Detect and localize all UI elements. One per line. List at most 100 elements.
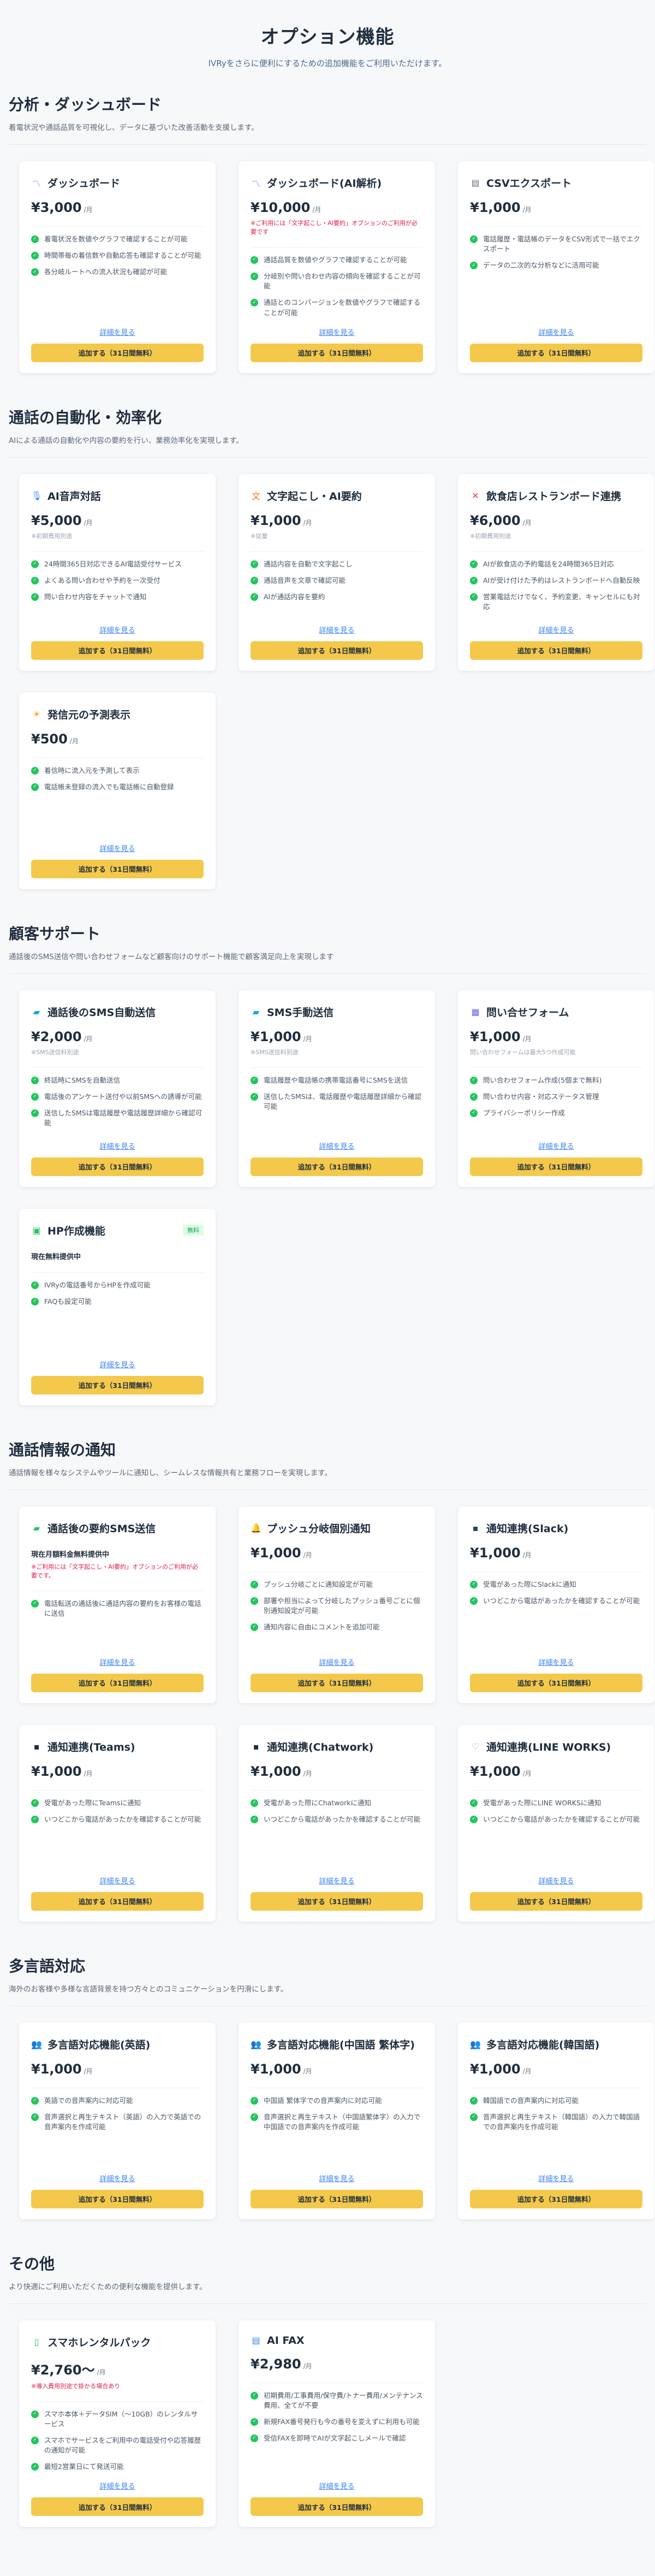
check-icon: ✓: [251, 273, 258, 281]
add-option-button[interactable]: 追加する（31日間無料）: [470, 641, 642, 660]
feature-item: ✓ 中国語 繁体字での音声案内に対応可能: [251, 2096, 423, 2106]
add-option-button[interactable]: 追加する（31日間無料）: [31, 1673, 204, 1692]
feature-item: ✓ 24時間365日対応できるAI電話受付サービス: [31, 559, 204, 569]
card-title: 多言語対応機能(英語): [47, 2039, 151, 2051]
add-option-button[interactable]: 追加する（31日間無料）: [31, 1157, 204, 1176]
feature-item: ✓ スマホ本体＋データSIM（〜10GB）のレンタルサービス: [31, 2409, 204, 2429]
check-icon: ✓: [31, 2096, 39, 2105]
price-unit: /月: [303, 1769, 312, 1777]
price: ¥1,000: [251, 512, 301, 528]
add-option-button[interactable]: 追加する（31日間無料）: [31, 2189, 204, 2208]
detail-link[interactable]: 詳細を見る: [470, 327, 642, 337]
add-option-button[interactable]: 追加する（31日間無料）: [470, 343, 642, 362]
add-option-button[interactable]: 追加する（31日間無料）: [31, 343, 204, 362]
feature-text: 時間帯毎の着信数や自動応答も確認することが可能: [44, 251, 201, 260]
detail-link[interactable]: 詳細を見る: [251, 2173, 423, 2183]
add-option-button[interactable]: 追加する（31日間無料）: [470, 1157, 642, 1176]
add-option-button[interactable]: 追加する（31日間無料）: [31, 859, 204, 878]
price: ¥10,000: [251, 200, 311, 215]
detail-link[interactable]: 詳細を見る: [31, 843, 204, 853]
price: ¥1,000: [470, 1029, 521, 1044]
detail-link[interactable]: 詳細を見る: [31, 1141, 204, 1151]
smartphone-icon: ▯: [34, 2336, 39, 2347]
detail-link[interactable]: 詳細を見る: [470, 1657, 642, 1667]
option-card: ▤ AI FAX ¥2,980 /月 ✓ 初期費用/工事費用/保守費/トナー費用…: [239, 2320, 435, 2527]
card-header: ☀ 発信元の予測表示: [31, 707, 204, 722]
feature-item: ✓ 終話時にSMSを自動送信: [31, 1076, 204, 1085]
price-row: ¥1,000 /月: [470, 1545, 642, 1561]
check-icon: ✓: [470, 1815, 478, 1823]
option-card-grid: 〽 ダッシュボード ¥3,000 /月 ✓ 着電状況を数値やグラフで確認すること…: [9, 161, 654, 373]
add-option-button[interactable]: 追加する（31日間無料）: [251, 2189, 423, 2208]
option-card-grid: ▯ スマホレンタルパック ¥2,760〜 /月 ※導入費用別途で掛かる場合あり …: [9, 2320, 646, 2527]
add-option-button[interactable]: 追加する（31日間無料）: [251, 2497, 423, 2516]
file-icon: ▤: [471, 178, 480, 188]
card-header: 👥 多言語対応機能(韓国語): [470, 2037, 642, 2052]
detail-link[interactable]: 詳細を見る: [251, 327, 423, 337]
price-unit: /月: [312, 206, 321, 214]
add-option-button[interactable]: 追加する（31日間無料）: [31, 1892, 204, 1911]
detail-link[interactable]: 詳細を見る: [31, 624, 204, 635]
detail-link[interactable]: 詳細を見る: [251, 624, 423, 635]
price-unit: /月: [303, 1551, 312, 1559]
section-description: 通話後のSMS送信や問い合わせフォームなど顧客向けのサポート機能で顧客満足向上を…: [9, 952, 334, 961]
feature-text: AIが受け付けた予約はレストランボードへ自動反映: [483, 576, 640, 584]
add-option-button[interactable]: 追加する（31日間無料）: [251, 343, 423, 362]
feature-text: 受電があった際にLINE WORKSに通知: [483, 1798, 602, 1807]
feature-list: ✓ 通話品質を数値やグラフで確認することが可能 ✓ 分岐別や問い合わせ内容の傾向…: [251, 255, 423, 318]
add-option-button[interactable]: 追加する（31日間無料）: [470, 1892, 642, 1911]
add-option-button[interactable]: 追加する（31日間無料）: [470, 1673, 642, 1692]
feature-item: ✓ 問い合わせ内容・対応ステータス管理: [470, 1092, 642, 1102]
feature-list: ✓ 受電があった際にTeamsに通知 ✓ いつどこから電話があったかを確認するこ…: [31, 1798, 204, 1866]
detail-link[interactable]: 詳細を見る: [251, 1875, 423, 1886]
detail-link[interactable]: 詳細を見る: [31, 2480, 204, 2491]
check-icon: ✓: [251, 256, 258, 264]
detail-link[interactable]: 詳細を見る: [31, 1875, 204, 1886]
detail-link[interactable]: 詳細を見る: [31, 2173, 204, 2183]
option-card: ▰ SMS手動送信 ¥1,000 /月 ※SMS送信料別途 ✓ 電話履歴や電話帳…: [239, 990, 435, 1187]
feature-text: 問い合わせ内容・対応ステータス管理: [483, 1092, 599, 1101]
add-option-button[interactable]: 追加する（31日間無料）: [470, 2189, 642, 2208]
option-card-grid: 🎙 AI音声対話 ¥5,000 /月 ※初期費用別途 ✓ 24時間365日対応で…: [9, 474, 654, 889]
detail-link[interactable]: 詳細を見る: [31, 327, 204, 337]
price-row: ¥3,000 /月: [31, 200, 204, 215]
section-description: 通話情報を様々なシステムやツールに通知し、シームレスな情報共有と業務フローを実現…: [9, 1468, 332, 1478]
detail-link[interactable]: 詳細を見る: [470, 1141, 642, 1151]
add-option-button[interactable]: 追加する（31日間無料）: [251, 1673, 423, 1692]
price-unit: /月: [303, 1035, 312, 1043]
check-icon: ✓: [251, 1799, 258, 1807]
add-option-button[interactable]: 追加する（31日間無料）: [31, 641, 204, 660]
detail-link[interactable]: 詳細を見る: [470, 624, 642, 635]
option-card-grid: 👥 多言語対応機能(英語) ¥1,000 /月 ✓ 英語での音声案内に対応可能 …: [9, 2022, 654, 2219]
feature-text: 通知内容に自由にコメントを追加可能: [264, 1623, 380, 1631]
feature-list: ✓ 英語での音声案内に対応可能 ✓ 音声選択と再生テキスト（英語）の入力で英語で…: [31, 2096, 204, 2164]
add-option-button[interactable]: 追加する（31日間無料）: [251, 1892, 423, 1911]
detail-link[interactable]: 詳細を見る: [251, 1141, 423, 1151]
add-option-button[interactable]: 追加する（31日間無料）: [31, 1375, 204, 1395]
detail-link[interactable]: 詳細を見る: [31, 1359, 204, 1369]
price-row: ¥1,000 /月: [31, 1764, 204, 1779]
chart-icon: 〽: [32, 178, 41, 189]
feature-text: 中国語 繁体字での音声案内に対応可能: [264, 2096, 382, 2105]
feature-item: ✓ AIが飲食店の予約電話を24時間365日対応: [470, 559, 642, 569]
detail-link[interactable]: 詳細を見る: [251, 2480, 423, 2491]
add-option-button[interactable]: 追加する（31日間無料）: [31, 2497, 204, 2516]
detail-link[interactable]: 詳細を見る: [251, 1657, 423, 1667]
option-card-grid: ▰ 通話後の要約SMS送信 現在月額料金無料提供中 ※ご利用には「文字起こし・AI…: [9, 1506, 654, 1922]
feature-text: 通話品質を数値やグラフで確認することが可能: [264, 256, 407, 264]
price-unit: /月: [522, 518, 532, 527]
feature-text: 新規FAX番号発行も今の番号を変えずに利用も可能: [264, 2417, 420, 2426]
add-option-button[interactable]: 追加する（31日間無料）: [251, 641, 423, 660]
price: ¥1,000: [251, 1763, 301, 1779]
feature-text: 通話音声を文章で確認可能: [264, 576, 346, 584]
lineworks-icon: ♡: [471, 1741, 480, 1752]
option-card: 👥 多言語対応機能(韓国語) ¥1,000 /月 ✓ 韓国語での音声案内に対応可…: [458, 2022, 654, 2219]
feature-list: ✓ 通話内容を自動で文字起こし ✓ 通話音声を文章で確認可能 ✓ AIが通話内容…: [251, 559, 423, 616]
option-card: 🎙 AI音声対話 ¥5,000 /月 ※初期費用別途 ✓ 24時間365日対応で…: [19, 474, 216, 671]
detail-link[interactable]: 詳細を見る: [470, 1875, 642, 1886]
price-unit: /月: [84, 2067, 93, 2075]
feature-item: ✓ 受電があった際にTeamsに通知: [31, 1798, 204, 1808]
detail-link[interactable]: 詳細を見る: [470, 2173, 642, 2183]
add-option-button[interactable]: 追加する（31日間無料）: [251, 1157, 423, 1176]
detail-link[interactable]: 詳細を見る: [31, 1657, 204, 1667]
